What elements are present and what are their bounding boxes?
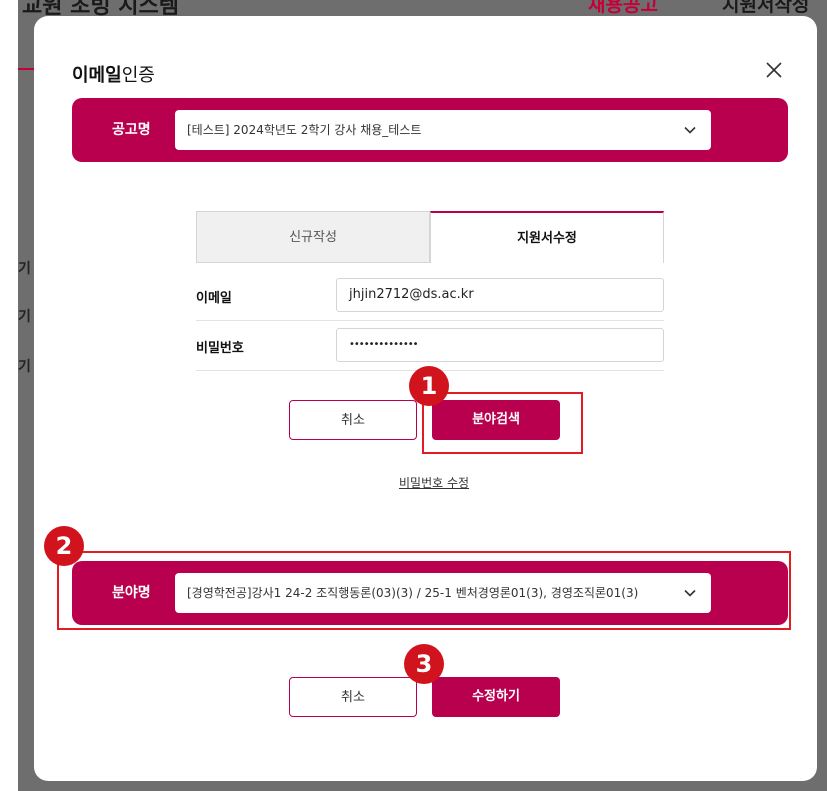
- email-field[interactable]: jhjin2712@ds.ac.kr: [336, 278, 664, 312]
- modal-title: 이메일인증: [72, 61, 155, 87]
- email-row: 이메일 jhjin2712@ds.ac.kr: [196, 271, 664, 321]
- mode-tabs: 신규작성 지원서수정: [196, 211, 664, 263]
- notice-label: 공고명: [112, 122, 151, 138]
- notice-bar: 공고명 [테스트] 2024학년도 2학기 강사 채용_테스트: [72, 98, 788, 162]
- nav-job-posting[interactable]: 채용공고: [588, 0, 658, 17]
- password-edit-link[interactable]: 비밀번호 수정: [399, 474, 469, 491]
- email-auth-modal: 이메일인증 공고명 [테스트] 2024학년도 2학기 강사 채용_테스트 신규…: [34, 16, 817, 781]
- cancel-button[interactable]: 취소: [289, 400, 417, 440]
- notice-select[interactable]: [테스트] 2024학년도 2학기 강사 채용_테스트: [175, 110, 711, 150]
- modal-title-bold: 이메일: [72, 65, 122, 86]
- step-badge-2: 2: [44, 526, 84, 566]
- step-badge-3: 3: [404, 644, 444, 684]
- tab-new-application[interactable]: 신규작성: [196, 211, 430, 263]
- tab-edit-application[interactable]: 지원서수정: [430, 211, 664, 263]
- cancel-button[interactable]: 취소: [289, 677, 417, 717]
- list-item: 기: [18, 359, 31, 375]
- close-icon: [766, 62, 782, 78]
- nav-application-write[interactable]: 지원서작성: [722, 0, 809, 17]
- email-label: 이메일: [196, 291, 232, 306]
- highlight-box-2: [57, 551, 791, 630]
- step-badge-1: 1: [409, 366, 449, 406]
- chevron-down-icon: [684, 126, 696, 134]
- modal-title-rest: 인증: [121, 65, 155, 86]
- notice-select-value: [테스트] 2024학년도 2학기 강사 채용_테스트: [187, 123, 422, 137]
- submit-edit-button[interactable]: 수정하기: [432, 677, 560, 717]
- password-label: 비밀번호: [196, 341, 244, 356]
- password-field[interactable]: ••••••••••••••: [336, 328, 664, 362]
- close-button[interactable]: [762, 58, 786, 82]
- password-row: 비밀번호 ••••••••••••••: [196, 321, 664, 371]
- list-item: 기: [18, 309, 31, 325]
- highlight-box-1: [422, 392, 583, 454]
- list-item: 기: [18, 261, 31, 277]
- page-left-margin: [0, 0, 18, 791]
